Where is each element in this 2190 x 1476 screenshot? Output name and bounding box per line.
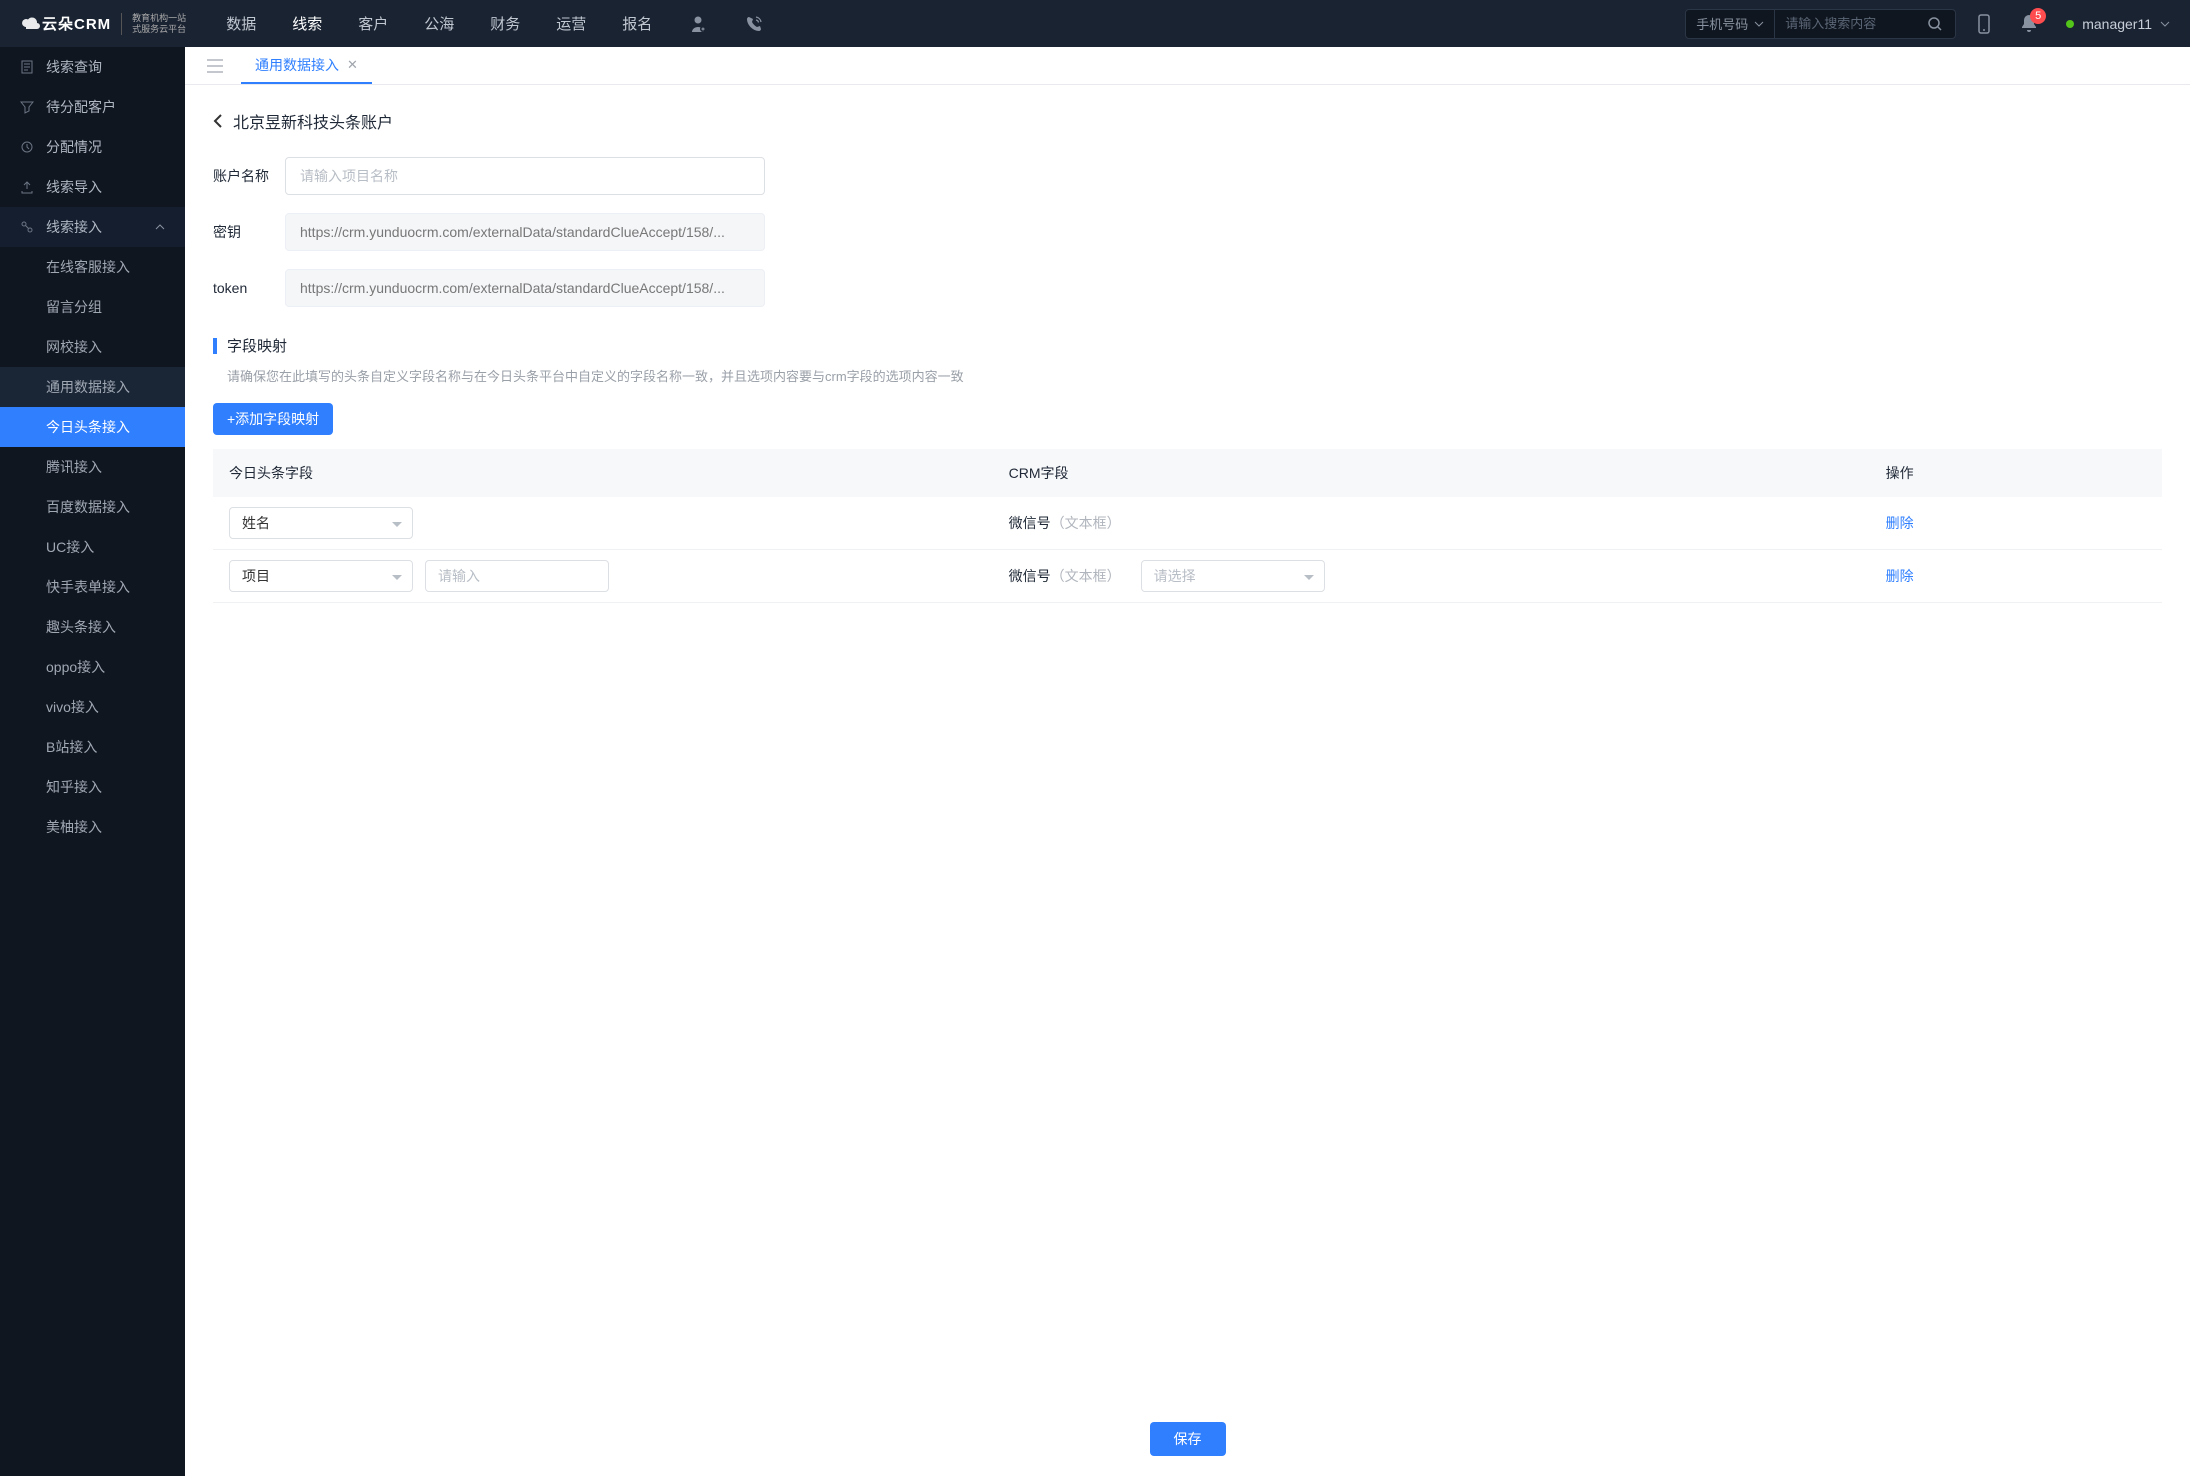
status-dot bbox=[2066, 20, 2074, 28]
table-row: 姓名 微信号（文本框） 删除 bbox=[213, 497, 2162, 550]
extra-input[interactable] bbox=[425, 560, 609, 592]
add-mapping-button[interactable]: +添加字段映射 bbox=[213, 403, 333, 435]
secret-key-input[interactable] bbox=[285, 213, 765, 251]
chevron-up-icon bbox=[155, 224, 165, 230]
sub-oppo[interactable]: oppo接入 bbox=[0, 647, 185, 687]
crm-field-text: 微信号（文本框） bbox=[1009, 566, 1121, 586]
save-button[interactable]: 保存 bbox=[1150, 1422, 1226, 1456]
username: manager11 bbox=[2082, 16, 2152, 32]
sub-meiyou[interactable]: 美柚接入 bbox=[0, 807, 185, 847]
table-row: 项目 微信号（文本框） 请选择 删除 bbox=[213, 550, 2162, 603]
sub-vivo[interactable]: vivo接入 bbox=[0, 687, 185, 727]
nav-public[interactable]: 公海 bbox=[424, 13, 454, 34]
search-input[interactable] bbox=[1775, 16, 1915, 31]
sub-message-group[interactable]: 留言分组 bbox=[0, 287, 185, 327]
sub-kuaishou[interactable]: 快手表单接入 bbox=[0, 567, 185, 607]
sidebar: 线索查询 待分配客户 分配情况 线索导入 线索接入 在线客服接入 留言分组 网校… bbox=[0, 47, 185, 1476]
tabs-bar: 通用数据接入 ✕ bbox=[185, 47, 2190, 85]
sub-general-data[interactable]: 通用数据接入 bbox=[0, 367, 185, 407]
filter-icon bbox=[20, 100, 34, 114]
nav-ops[interactable]: 运营 bbox=[556, 13, 586, 34]
tabs-menu-icon[interactable] bbox=[199, 55, 231, 77]
top-nav: 数据 线索 客户 公海 财务 运营 报名 bbox=[226, 13, 764, 34]
logo: 云朵CRM 教育机构一站 式服务云平台 bbox=[20, 13, 186, 35]
col-toutiao-field: 今日头条字段 bbox=[213, 449, 993, 497]
logo-subtext: 教育机构一站 式服务云平台 bbox=[121, 13, 186, 35]
sidebar-item-pending[interactable]: 待分配客户 bbox=[0, 87, 185, 127]
nav-finance[interactable]: 财务 bbox=[490, 13, 520, 34]
nav-data[interactable]: 数据 bbox=[226, 13, 256, 34]
search-icon[interactable] bbox=[1915, 16, 1955, 32]
mapping-title: 字段映射 bbox=[227, 335, 287, 356]
secret-key-label: 密钥 bbox=[213, 222, 285, 242]
delete-row-link[interactable]: 删除 bbox=[1886, 568, 1914, 584]
search-type-select[interactable]: 手机号码 bbox=[1686, 9, 1775, 39]
nav-enroll[interactable]: 报名 bbox=[622, 13, 652, 34]
tab-general-data[interactable]: 通用数据接入 ✕ bbox=[241, 48, 372, 84]
sub-baidu[interactable]: 百度数据接入 bbox=[0, 487, 185, 527]
nav-customers[interactable]: 客户 bbox=[358, 13, 388, 34]
sidebar-item-allocation[interactable]: 分配情况 bbox=[0, 127, 185, 167]
nav-phone-icon[interactable] bbox=[744, 13, 764, 34]
sub-online-service[interactable]: 在线客服接入 bbox=[0, 247, 185, 287]
sidebar-item-search[interactable]: 线索查询 bbox=[0, 47, 185, 87]
col-action: 操作 bbox=[1870, 449, 2162, 497]
upload-icon bbox=[20, 180, 34, 194]
doc-icon bbox=[20, 60, 34, 74]
chevron-left-icon bbox=[213, 113, 223, 129]
user-menu[interactable]: manager11 bbox=[2066, 16, 2170, 32]
sidebar-item-import[interactable]: 线索导入 bbox=[0, 167, 185, 207]
toutiao-field-select[interactable]: 姓名 bbox=[229, 507, 413, 539]
sidebar-item-access[interactable]: 线索接入 bbox=[0, 207, 185, 247]
plug-icon bbox=[20, 220, 34, 234]
app-header: 云朵CRM 教育机构一站 式服务云平台 数据 线索 客户 公海 财务 运营 报名… bbox=[0, 0, 2190, 47]
clock-icon bbox=[20, 140, 34, 154]
chevron-down-icon bbox=[2160, 21, 2170, 27]
mobile-icon[interactable] bbox=[1976, 14, 1992, 34]
cloud-icon bbox=[20, 13, 42, 35]
section-marker bbox=[213, 338, 217, 354]
account-name-label: 账户名称 bbox=[213, 166, 285, 186]
notification-bell[interactable]: 5 bbox=[2020, 14, 2038, 34]
search-box: 手机号码 bbox=[1685, 9, 1956, 39]
header-icons: 5 manager11 bbox=[1976, 14, 2170, 34]
nav-user-icon[interactable] bbox=[688, 13, 708, 34]
notification-count: 5 bbox=[2030, 8, 2046, 24]
crm-field-text: 微信号（文本框） bbox=[1009, 515, 1121, 531]
close-icon[interactable]: ✕ bbox=[347, 57, 358, 73]
toutiao-field-select[interactable]: 项目 bbox=[229, 560, 413, 592]
mapping-desc: 请确保您在此填写的头条自定义字段名称与在今日头条平台中自定义的字段名称一致，并且… bbox=[227, 366, 2162, 385]
logo-text: 云朵CRM bbox=[42, 13, 111, 34]
sub-school[interactable]: 网校接入 bbox=[0, 327, 185, 367]
nav-leads[interactable]: 线索 bbox=[292, 13, 322, 34]
sub-bilibili[interactable]: B站接入 bbox=[0, 727, 185, 767]
page-title: 北京昱新科技头条账户 bbox=[233, 109, 393, 133]
main-content: 通用数据接入 ✕ 北京昱新科技头条账户 账户名称 密钥 token bbox=[185, 47, 2190, 1476]
sub-zhihu[interactable]: 知乎接入 bbox=[0, 767, 185, 807]
delete-row-link[interactable]: 删除 bbox=[1886, 515, 1914, 531]
back-button[interactable]: 北京昱新科技头条账户 bbox=[213, 109, 2162, 133]
mapping-table: 今日头条字段 CRM字段 操作 姓名 微信号（文本框） 删除 bbox=[213, 449, 2162, 603]
token-input[interactable] bbox=[285, 269, 765, 307]
sub-qutoutiao[interactable]: 趣头条接入 bbox=[0, 607, 185, 647]
sub-uc[interactable]: UC接入 bbox=[0, 527, 185, 567]
account-name-input[interactable] bbox=[285, 157, 765, 195]
token-label: token bbox=[213, 280, 285, 296]
col-crm-field: CRM字段 bbox=[993, 449, 1870, 497]
crm-field-select[interactable]: 请选择 bbox=[1141, 560, 1325, 592]
sub-toutiao[interactable]: 今日头条接入 bbox=[0, 407, 185, 447]
sub-tencent[interactable]: 腾讯接入 bbox=[0, 447, 185, 487]
